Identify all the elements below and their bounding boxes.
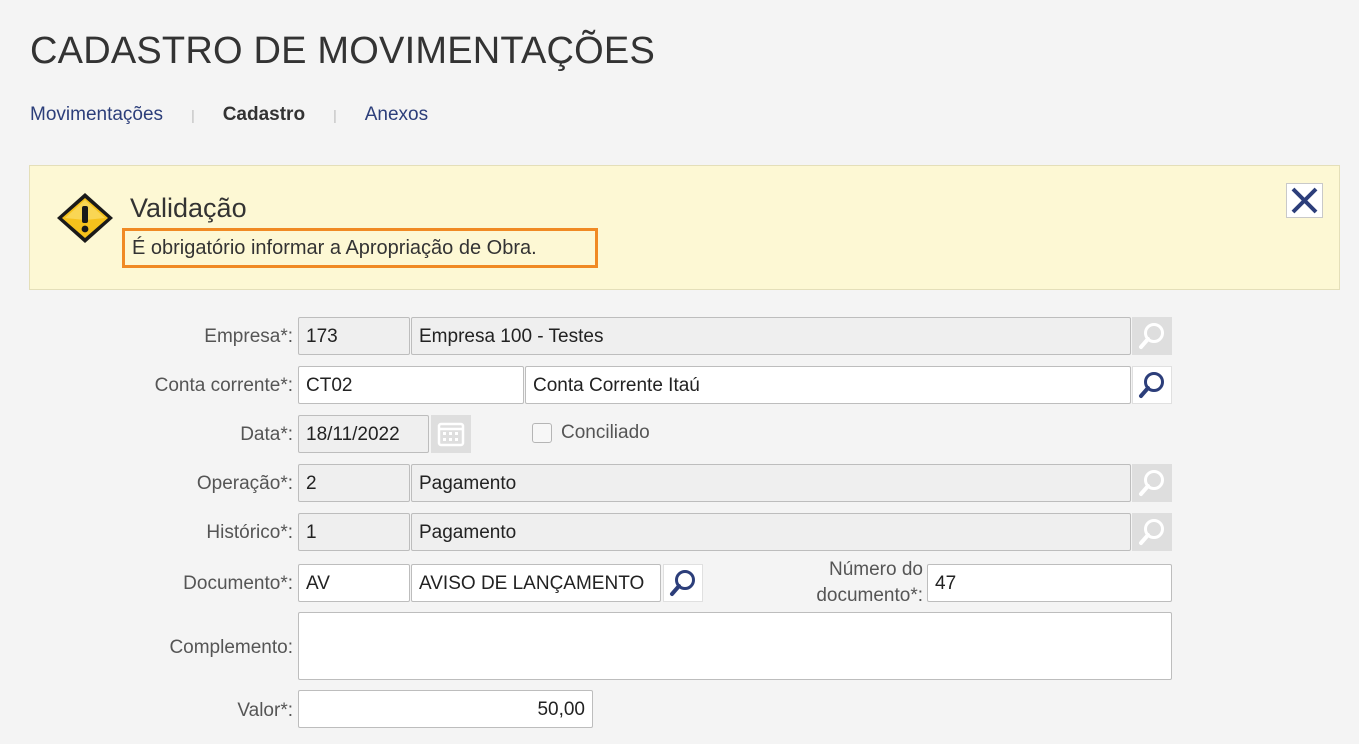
- numero-documento-field[interactable]: 47: [927, 564, 1172, 602]
- warning-icon: [57, 193, 113, 243]
- conta-name-field[interactable]: Conta Corrente Itaú: [525, 366, 1131, 404]
- valor-label: Valor*:: [237, 700, 293, 721]
- historico-label: Histórico*:: [206, 522, 293, 543]
- empresa-label: Empresa*:: [204, 326, 293, 347]
- calendar-icon: [437, 422, 465, 447]
- search-icon: [1139, 470, 1164, 496]
- tab-separator: |: [191, 107, 195, 123]
- search-icon: [1139, 519, 1164, 545]
- conta-search-button[interactable]: [1132, 366, 1172, 404]
- empresa-name-field[interactable]: Empresa 100 - Testes: [411, 317, 1131, 355]
- documento-code-field[interactable]: AV: [298, 564, 410, 602]
- alert-message: É obrigatório informar a Apropriação de …: [122, 228, 598, 268]
- historico-name-field[interactable]: Pagamento: [411, 513, 1131, 551]
- tab-separator: |: [333, 107, 337, 123]
- conciliado-label: Conciliado: [561, 422, 650, 443]
- documento-name-field[interactable]: AVISO DE LANÇAMENTO: [411, 564, 661, 602]
- valor-field[interactable]: 50,00: [298, 690, 593, 728]
- operacao-code-field[interactable]: 2: [298, 464, 410, 502]
- close-button[interactable]: [1286, 183, 1323, 218]
- numero-documento-label: Número do documento*:: [816, 557, 923, 609]
- documento-label: Documento*:: [183, 573, 293, 594]
- complemento-textarea[interactable]: [298, 612, 1172, 680]
- search-icon: [670, 570, 695, 596]
- complemento-label: Complemento:: [169, 637, 293, 658]
- search-icon: [1139, 323, 1164, 349]
- tab-bar: Movimentações | Cadastro | Anexos: [30, 104, 428, 126]
- page-title: CADASTRO DE MOVIMENTAÇÕES: [30, 30, 656, 72]
- validation-alert: Validação É obrigatório informar a Aprop…: [29, 165, 1340, 290]
- historico-search-button[interactable]: [1132, 513, 1172, 551]
- historico-code-field[interactable]: 1: [298, 513, 410, 551]
- conciliado-checkbox[interactable]: [532, 423, 552, 443]
- numero-label-line1: Número do: [829, 559, 923, 580]
- data-label: Data*:: [240, 424, 293, 445]
- tab-anexos[interactable]: Anexos: [365, 104, 428, 126]
- tab-movimentacoes[interactable]: Movimentações: [30, 104, 163, 126]
- empresa-code-field[interactable]: 173: [298, 317, 410, 355]
- operacao-label: Operação*:: [196, 473, 293, 494]
- conta-label: Conta corrente*:: [154, 375, 293, 396]
- operacao-search-button[interactable]: [1132, 464, 1172, 502]
- calendar-button[interactable]: [431, 415, 471, 453]
- documento-search-button[interactable]: [663, 564, 703, 602]
- close-icon: [1291, 187, 1318, 214]
- data-field[interactable]: 18/11/2022: [298, 415, 429, 453]
- tab-cadastro[interactable]: Cadastro: [223, 104, 305, 126]
- numero-label-line2: documento*:: [816, 585, 923, 606]
- operacao-name-field[interactable]: Pagamento: [411, 464, 1131, 502]
- alert-title: Validação: [130, 193, 247, 223]
- empresa-search-button[interactable]: [1132, 317, 1172, 355]
- conta-code-field[interactable]: CT02: [298, 366, 524, 404]
- search-icon: [1139, 372, 1164, 398]
